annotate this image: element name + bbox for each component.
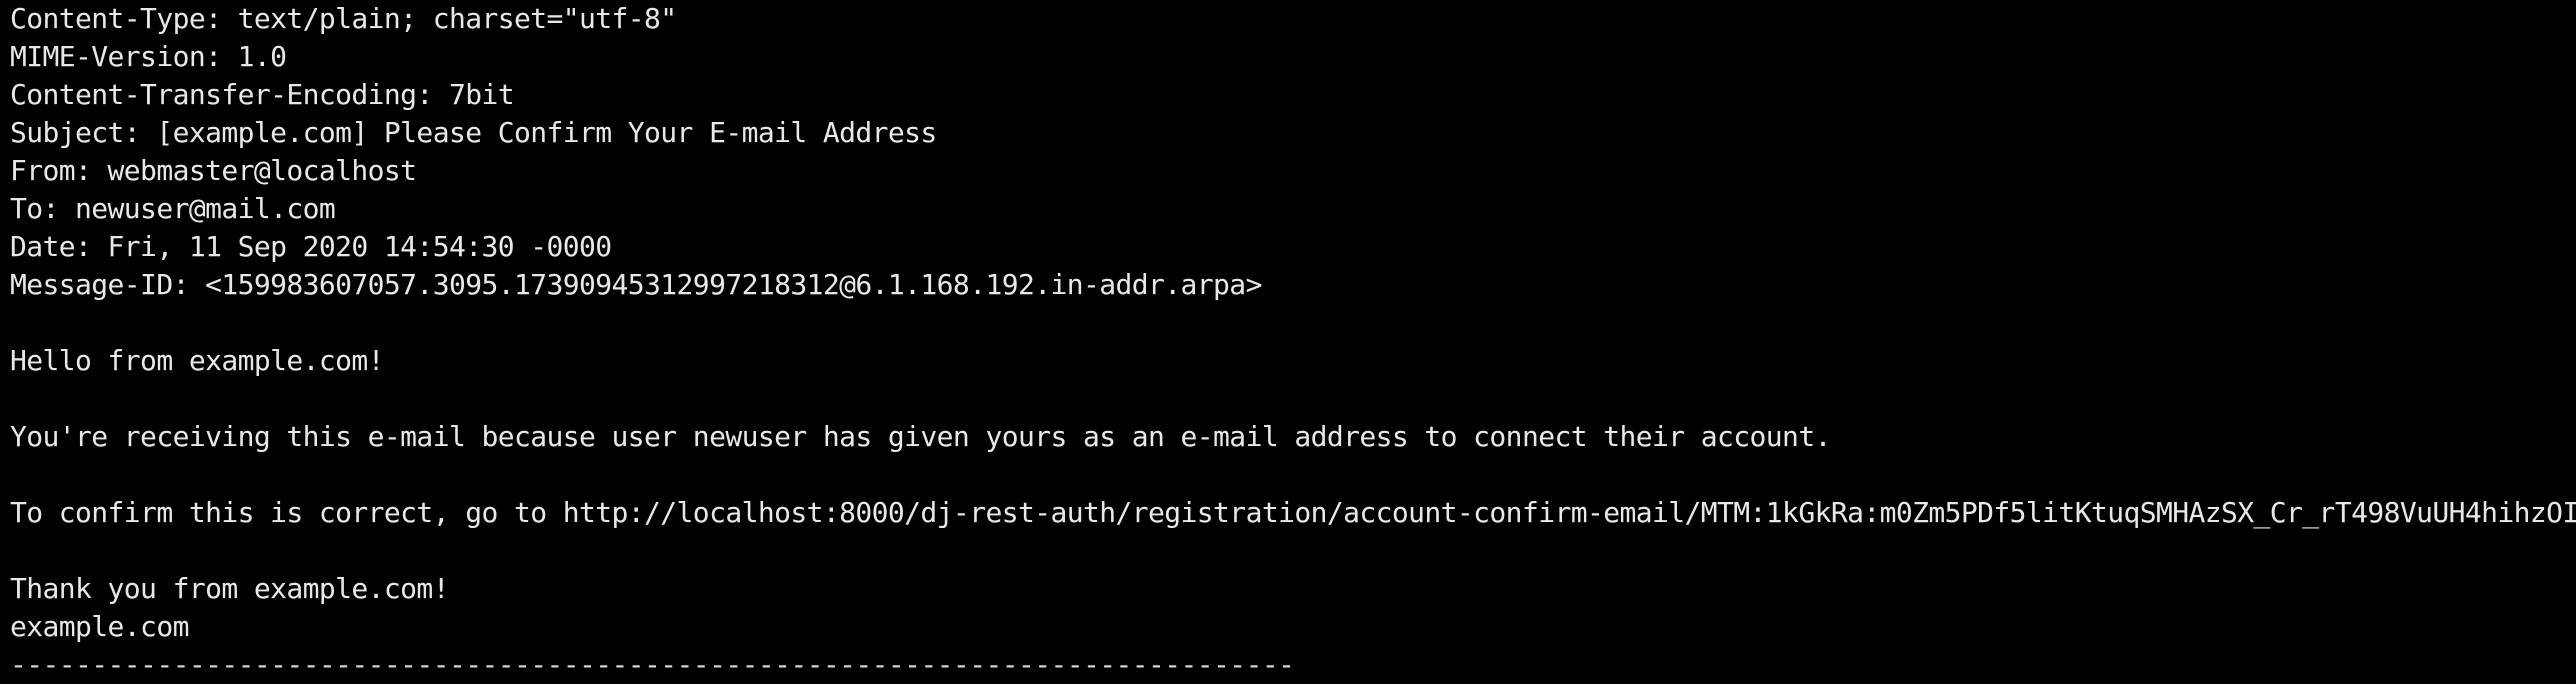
body-thanks: Thank you from example.com! xyxy=(10,572,450,605)
body-confirm-link[interactable]: To confirm this is correct, go to http:/… xyxy=(10,494,2576,532)
header-message-id: Message-ID: <159983607057.3095.173909453… xyxy=(10,268,1262,301)
divider-line: ----------------------------------------… xyxy=(10,648,1295,681)
header-from: From: webmaster@localhost xyxy=(10,154,417,187)
body-reason: You're receiving this e-mail because use… xyxy=(10,420,1831,453)
body-signature: example.com xyxy=(10,610,189,643)
header-date: Date: Fri, 11 Sep 2020 14:54:30 -0000 xyxy=(10,230,612,263)
header-subject: Subject: [example.com] Please Confirm Yo… xyxy=(10,116,937,149)
header-mime-version: MIME-Version: 1.0 xyxy=(10,40,287,73)
terminal-window: Content-Type: text/plain; charset="utf-8… xyxy=(0,0,2576,681)
header-to: To: newuser@mail.com xyxy=(10,192,336,225)
header-transfer-encoding: Content-Transfer-Encoding: 7bit xyxy=(10,78,515,111)
body-greeting: Hello from example.com! xyxy=(10,344,385,377)
header-content-type: Content-Type: text/plain; charset="utf-8… xyxy=(10,2,677,35)
